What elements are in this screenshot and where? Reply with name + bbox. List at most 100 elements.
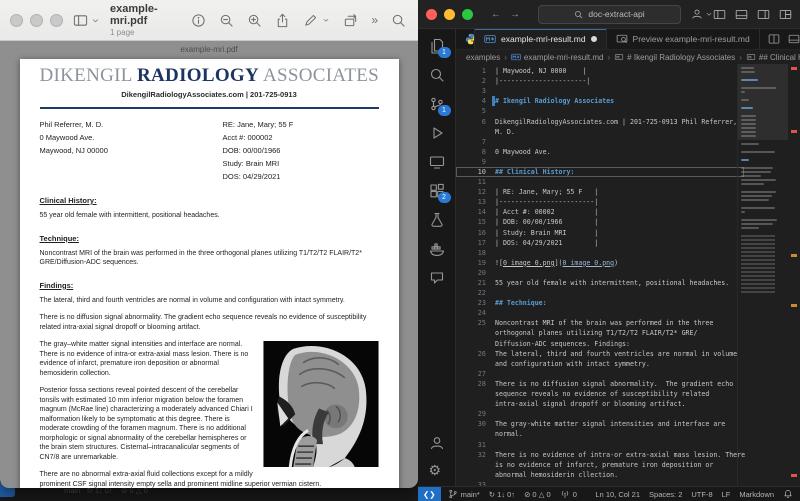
minimap-line (741, 171, 771, 173)
minimap-line (741, 83, 745, 85)
code-line: 20 (456, 268, 744, 278)
remote-indicator[interactable]: ❮❯ (418, 487, 441, 501)
status-item[interactable]: 0 (560, 489, 577, 499)
line-text: DikengilRadiologyAssociates.com | 201-72… (495, 118, 737, 126)
chevron-down-icon[interactable] (322, 16, 330, 24)
code-line: 26The lateral, third and fourth ventricl… (456, 349, 744, 359)
activity-search-button[interactable] (429, 67, 445, 83)
docker-icon (429, 241, 445, 257)
status-item[interactable]: main* (448, 489, 480, 499)
breadcrumb-item[interactable]: ## Clinical History: (746, 52, 800, 62)
section-paragraph: The lateral, third and fourth ventricles… (40, 296, 379, 306)
window-controls[interactable] (426, 9, 473, 20)
sidebar-toggle-button[interactable] (73, 13, 100, 28)
search-button[interactable] (391, 13, 406, 28)
status-label: ↻ 1↓ 0↑ (489, 490, 515, 499)
code-area[interactable]: 1| Maywood, NJ 0000 |2|-----------------… (456, 66, 744, 488)
tab-Preview example-mri-result.md[interactable]: Preview example-mri-result.md (607, 29, 760, 49)
minimap-line (741, 211, 745, 213)
code-line: 24 (456, 308, 744, 318)
forward-icon[interactable]: → (510, 9, 520, 20)
share-button[interactable] (275, 13, 290, 28)
window-subtitle: 1 page (110, 28, 185, 37)
activity-chat-button[interactable] (429, 270, 445, 286)
activity-account-button[interactable] (429, 435, 445, 451)
zoom-in-button[interactable] (247, 13, 262, 28)
back-icon[interactable]: ← (491, 9, 501, 20)
layout-sidebar-right-button[interactable] (757, 8, 770, 21)
status-item[interactable]: ↻ 1↓ 0↑ (489, 490, 515, 499)
line-number: 9 (456, 158, 492, 166)
breadcrumb-item[interactable]: examples (466, 53, 500, 62)
remote-explorer-icon (429, 154, 445, 170)
code-line: 12| RE: Jane, Mary; 55 F | (456, 187, 744, 197)
tab-label: example-mri-result.md (501, 34, 586, 44)
activity-test-button[interactable] (429, 212, 445, 228)
line-number: 5 (456, 107, 492, 115)
breadcrumb-item[interactable]: # Ikengil Radiology Associates (614, 52, 735, 62)
status-label: ⊘ 0 △ 0 (524, 490, 551, 499)
breadcrumb[interactable]: examples›example-mri-result.md›# Ikengil… (456, 50, 800, 64)
status-item[interactable]: Markdown (739, 490, 774, 499)
breadcrumb-item[interactable]: example-mri-result.md (511, 52, 604, 62)
minimap[interactable] (737, 64, 788, 488)
command-center[interactable]: doc-extract-api (538, 5, 681, 24)
activity-extensions-button[interactable]: 2 (429, 183, 445, 199)
zoom-out-button[interactable] (219, 13, 234, 28)
code-line: 22 (456, 288, 744, 298)
tab-label: Preview example-mri-result.md (633, 34, 750, 44)
split-editor-down-button[interactable] (788, 33, 800, 45)
notifications-bell-button[interactable] (783, 489, 793, 499)
minimap-line (741, 223, 773, 225)
layout-custom-button[interactable] (779, 8, 792, 21)
activity-debug-button[interactable] (429, 125, 445, 141)
line-text: 55 year old female with intermittent, po… (495, 279, 729, 287)
line-text: M. D. (495, 128, 515, 136)
layout-sidebar-left-button[interactable] (713, 8, 726, 21)
markup-button[interactable] (303, 13, 318, 28)
tab-main.py[interactable]: main.py (456, 29, 475, 49)
markdown-icon (484, 33, 496, 45)
status-item[interactable]: UTF-8 (691, 490, 712, 499)
account-menu[interactable] (691, 8, 713, 20)
status-item[interactable]: Spaces: 2 (649, 490, 682, 499)
line-text: intra-axial signal dropoff or blooming a… (495, 400, 686, 408)
line-number: 3 (456, 87, 492, 95)
split-editor-button[interactable] (768, 33, 780, 45)
minimap-line (741, 179, 776, 181)
status-item[interactable]: ⊘ 0 △ 0 (524, 490, 551, 499)
radio-icon (560, 489, 570, 499)
layout-panel-button[interactable] (735, 8, 748, 21)
line-number: 19 (456, 259, 492, 267)
section-paragraph: There is no diffusion signal abnormality… (40, 313, 379, 332)
modified-dot[interactable] (591, 36, 597, 42)
code-line: 9 (456, 157, 744, 167)
status-item[interactable]: Ln 10, Col 21 (595, 490, 640, 499)
window-title: example-mri.pdf (110, 3, 185, 28)
activity-gear-button[interactable]: ⚙ (429, 462, 445, 478)
preview-content[interactable]: example-mri.pdf DIKENGIL RADIOLOGY ASSOC… (0, 41, 418, 488)
code-line: orthogonal planes utilizing T1/T2/T2 FLA… (456, 328, 744, 338)
code-line: 23## Technique: (456, 298, 744, 308)
tab-example-mri-result.md[interactable]: example-mri-result.md (475, 29, 607, 49)
code-line: 15| DOB: 00/00/1966 | (456, 217, 744, 227)
code-line: 14| Acct #: 00002 | (456, 207, 744, 217)
chevron-down-icon (705, 10, 713, 18)
activity-docker-button[interactable] (429, 241, 445, 257)
line-number: 14 (456, 208, 492, 216)
rotate-button[interactable] (343, 13, 358, 28)
window-controls[interactable] (10, 14, 63, 27)
minimap-line (741, 135, 756, 137)
info-button[interactable] (191, 13, 206, 28)
activity-source-control-button[interactable]: 1 (429, 96, 445, 112)
minimap-line (741, 187, 745, 189)
window-title-block: example-mri.pdf 1 page (110, 3, 185, 37)
overflow-button[interactable]: » (371, 14, 378, 26)
status-item[interactable]: LF (722, 490, 731, 499)
referrer-line: 0 Maywood Ave. (40, 131, 223, 144)
editor[interactable]: 1| Maywood, NJ 0000 |2|-----------------… (456, 64, 800, 488)
overview-ruler (788, 64, 800, 488)
activity-files-button[interactable]: 1 (429, 38, 445, 54)
activity-remote-explorer-button[interactable] (429, 154, 445, 170)
line-text: ## Technique: (495, 299, 547, 307)
